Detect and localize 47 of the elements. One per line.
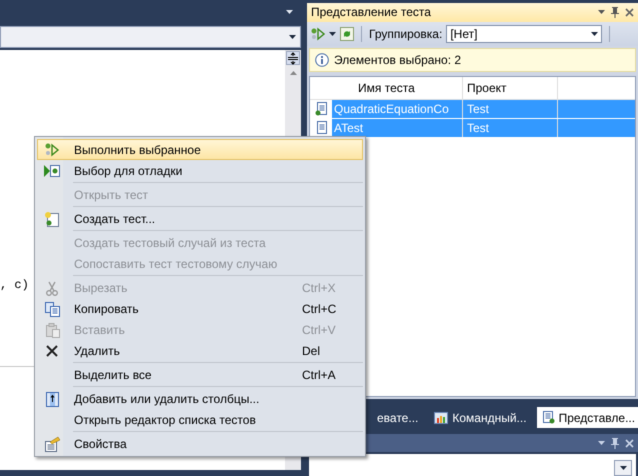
delete-icon [44, 342, 60, 358]
copy-icon [44, 300, 60, 316]
dropdown-caret-icon[interactable] [598, 10, 605, 14]
columns-icon [44, 390, 60, 406]
scissors-icon [44, 280, 60, 296]
panel-tab[interactable]: евате... [371, 406, 424, 428]
run-icon [44, 142, 60, 158]
dropdown-caret-icon[interactable] [329, 32, 336, 36]
dropdown-button[interactable] [614, 460, 632, 476]
pin-icon[interactable] [611, 6, 619, 18]
menu-item[interactable]: Выполнить выбранное [37, 139, 363, 160]
test-icon [315, 102, 327, 116]
test-icon [315, 120, 327, 135]
menu-item[interactable]: Создать тест... [37, 208, 363, 229]
list-icon [542, 411, 555, 424]
chart-icon [434, 412, 448, 424]
pin-icon[interactable] [611, 438, 619, 449]
dropdown-caret-icon[interactable] [286, 10, 293, 14]
menu-item[interactable]: Свойства [37, 433, 363, 454]
menu-item[interactable]: Удалить Del [37, 340, 363, 361]
scroll-up-icon[interactable] [290, 71, 296, 75]
properties-icon [44, 436, 60, 452]
code-line: , c) [0, 278, 29, 294]
paste-icon [44, 322, 60, 338]
debug-icon [44, 162, 60, 178]
info-icon [315, 52, 329, 67]
panel-tab[interactable]: Командный... [428, 406, 533, 428]
panel-title: Представление теста [311, 5, 432, 20]
menu-item[interactable]: Выделить все Ctrl+A [37, 364, 363, 385]
menu-item[interactable]: Добавить или удалить столбцы... [37, 388, 363, 409]
close-icon[interactable] [625, 8, 634, 17]
column-header[interactable]: Проект [463, 76, 558, 99]
menu-item[interactable]: Выбор для отладки [37, 160, 363, 181]
menu-item[interactable]: Открыть редактор списка тестов [37, 409, 363, 430]
grouping-dropdown[interactable]: [Нет] [446, 24, 602, 43]
dropdown-caret-icon[interactable] [620, 466, 627, 470]
table-cell[interactable] [558, 100, 635, 118]
grouping-label: Группировка: [369, 26, 442, 41]
dropdown-caret-icon[interactable] [591, 32, 598, 36]
info-text: Элементов выбрано: 2 [334, 52, 462, 67]
table-cell[interactable] [558, 118, 635, 137]
split-icon[interactable] [286, 51, 300, 65]
new-test-icon [44, 210, 60, 226]
dropdown-caret-icon[interactable] [289, 35, 296, 39]
panel-tab[interactable]: Представле... [536, 406, 638, 428]
column-header[interactable]: Имя теста [332, 76, 463, 99]
menu-item[interactable]: Копировать Ctrl+C [37, 298, 363, 319]
